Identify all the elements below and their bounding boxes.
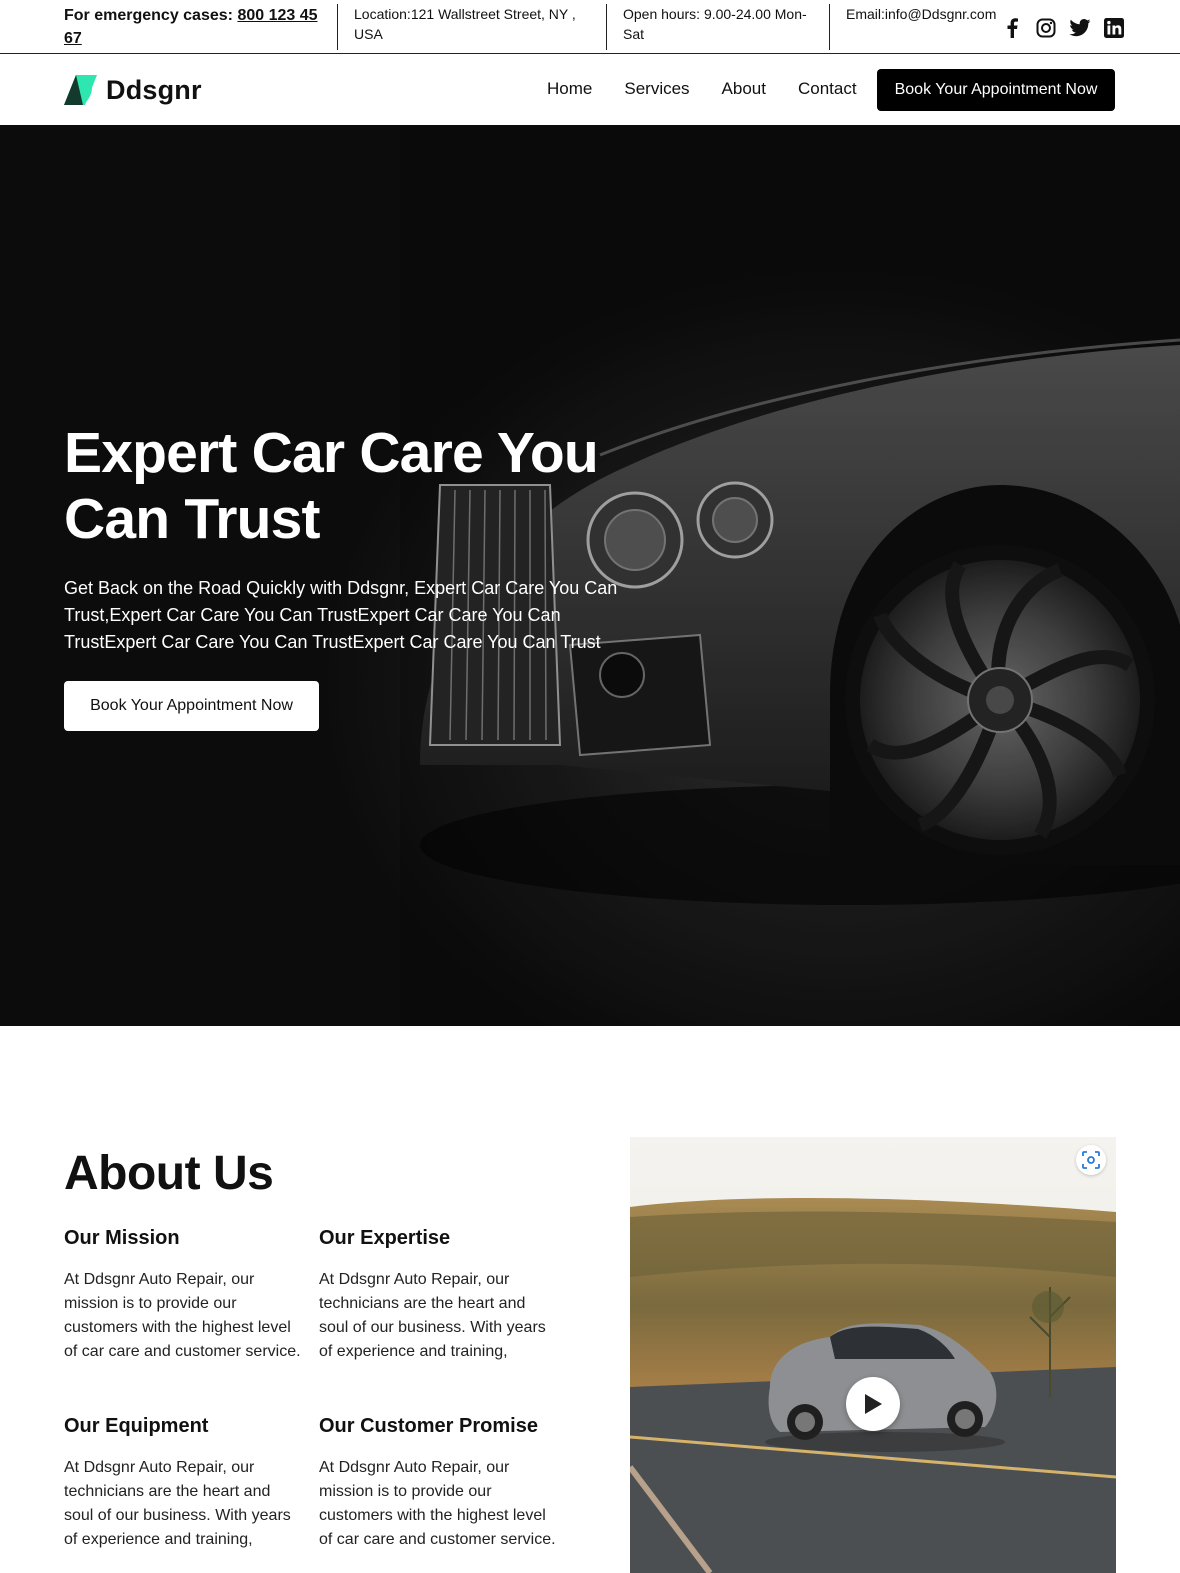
top-info-bar: For emergency cases: 800 123 45 67 Locat… [0, 0, 1180, 54]
main-navbar: Ddsgnr Home Services About Contact Book … [0, 54, 1180, 125]
card-heading: Our Mission [64, 1227, 180, 1249]
card-text: At Ddsgnr Auto Repair, our mission is to… [319, 1459, 556, 1548]
location-text: Location:121 Wallstreet Street, NY , USA [354, 6, 576, 42]
about-card-expertise: Our Expertise At Ddsgnr Auto Repair, our… [319, 1227, 559, 1364]
card-heading: Our Customer Promise [319, 1415, 538, 1437]
card-text: At Ddsgnr Auto Repair, our technicians a… [64, 1459, 291, 1548]
hero-section: Expert Car Care You Can Trust Get Back o… [0, 125, 1180, 1026]
brand-logo[interactable]: Ddsgnr [64, 74, 202, 106]
emergency-contact: For emergency cases: 800 123 45 67 [64, 4, 324, 50]
social-links [1000, 16, 1126, 40]
about-card-equipment: Our Equipment At Ddsgnr Auto Repair, our… [64, 1415, 304, 1552]
book-appointment-button[interactable]: Book Your Appointment Now [877, 69, 1115, 111]
linkedin-icon[interactable] [1102, 16, 1126, 40]
twitter-icon[interactable] [1068, 16, 1092, 40]
emergency-label: For emergency cases: [64, 7, 233, 24]
instagram-icon[interactable] [1034, 16, 1058, 40]
nav-about[interactable]: About [722, 79, 766, 99]
about-card-customer-promise: Our Customer Promise At Ddsgnr Auto Repa… [319, 1415, 559, 1552]
facebook-icon[interactable] [1000, 16, 1024, 40]
nav-contact[interactable]: Contact [798, 79, 857, 99]
divider [337, 4, 338, 50]
nav-services[interactable]: Services [624, 79, 689, 99]
card-heading: Our Expertise [319, 1227, 451, 1249]
divider [606, 4, 607, 50]
hero-title: Expert Car Care You Can Trust [64, 421, 599, 551]
play-icon [865, 1394, 882, 1414]
open-hours-text: Open hours: 9.00-24.00 Mon-Sat [623, 6, 807, 42]
about-video[interactable] [630, 1137, 1116, 1573]
card-text: At Ddsgnr Auto Repair, our technicians a… [319, 1271, 546, 1360]
hero-subtitle: Get Back on the Road Quickly with Ddsgnr… [64, 578, 618, 652]
scan-icon[interactable] [1076, 1145, 1106, 1175]
about-title: About Us [64, 1147, 274, 1200]
video-thumbnail-image [630, 1137, 1116, 1573]
divider [829, 4, 830, 50]
card-heading: Our Equipment [64, 1415, 209, 1437]
brand-name: Ddsgnr [106, 74, 202, 105]
nav-links: Home Services About Contact [547, 79, 857, 99]
logo-mark-icon [64, 75, 97, 105]
about-card-mission: Our Mission At Ddsgnr Auto Repair, our m… [64, 1227, 304, 1364]
card-text: At Ddsgnr Auto Repair, our mission is to… [64, 1271, 301, 1360]
nav-home[interactable]: Home [547, 79, 592, 99]
hero-book-appointment-button[interactable]: Book Your Appointment Now [64, 681, 319, 731]
email-text: Email:info@Ddsgnr.com [846, 6, 997, 22]
play-button[interactable] [846, 1377, 900, 1431]
